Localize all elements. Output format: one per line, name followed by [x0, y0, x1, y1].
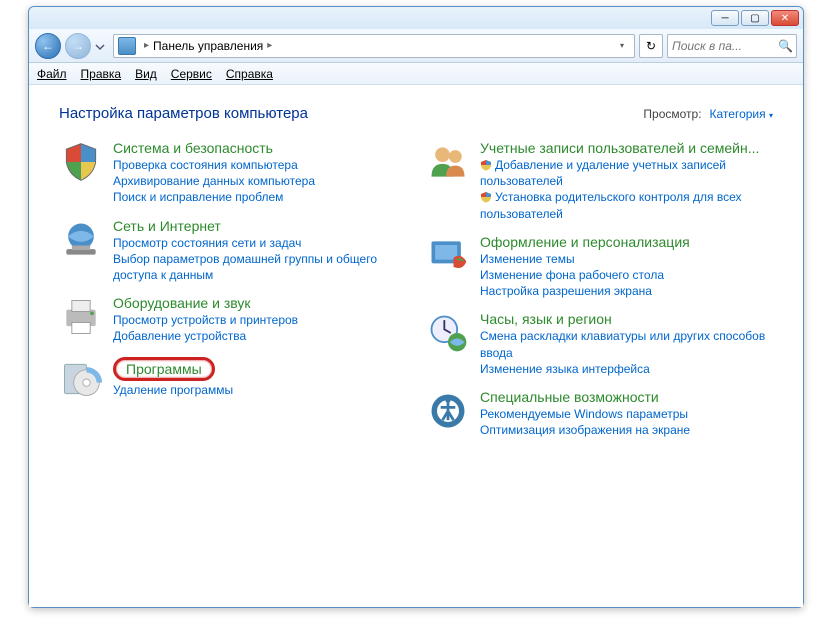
- right-column: Учетные записи пользователей и семейн...…: [426, 140, 773, 438]
- category-title-network[interactable]: Сеть и Интернет: [113, 218, 221, 234]
- category-users: Учетные записи пользователей и семейн...…: [426, 140, 773, 222]
- clock-globe-icon: [426, 311, 470, 355]
- heading-row: Настройка параметров компьютера Просмотр…: [59, 105, 773, 122]
- category-title-hardware[interactable]: Оборудование и звук: [113, 295, 251, 311]
- link-add-device[interactable]: Добавление устройства: [113, 328, 406, 344]
- address-dropdown-icon[interactable]: ▾: [614, 41, 630, 50]
- link-troubleshoot[interactable]: Поиск и исправление проблем: [113, 189, 406, 205]
- link-devices[interactable]: Просмотр устройств и принтеров: [113, 312, 406, 328]
- link-homegroup[interactable]: Выбор параметров домашней группы и общег…: [113, 251, 406, 283]
- menu-service[interactable]: Сервис: [171, 67, 212, 81]
- category-personalization: Оформление и персонализация Изменение те…: [426, 234, 773, 300]
- printer-icon: [59, 295, 103, 339]
- link-resolution[interactable]: Настройка разрешения экрана: [480, 283, 773, 299]
- back-button[interactable]: ←: [35, 33, 61, 59]
- link-display-language[interactable]: Изменение языка интерфейса: [480, 361, 773, 377]
- link-keyboard-layout[interactable]: Смена раскладки клавиатуры или других сп…: [480, 328, 773, 360]
- menu-help[interactable]: Справка: [226, 67, 273, 81]
- control-panel-window: ─ ▢ ✕ ← → ▸ Панель управления ▸ ▾ ↻ 🔍 Фа…: [28, 6, 804, 608]
- link-wallpaper[interactable]: Изменение фона рабочего стола: [480, 267, 773, 283]
- uac-shield-icon: [480, 191, 492, 203]
- category-title-users[interactable]: Учетные записи пользователей и семейн...: [480, 140, 759, 156]
- view-by-selector[interactable]: Просмотр: Категория ▾: [643, 107, 773, 121]
- category-accessibility: Специальные возможности Рекомендуемые Wi…: [426, 389, 773, 438]
- network-icon: [59, 218, 103, 262]
- view-by-value[interactable]: Категория ▾: [710, 107, 773, 121]
- link-network-status[interactable]: Просмотр состояния сети и задач: [113, 235, 406, 251]
- link-backup[interactable]: Архивирование данных компьютера: [113, 173, 406, 189]
- menu-file[interactable]: Файл: [37, 67, 67, 81]
- link-theme[interactable]: Изменение темы: [480, 251, 773, 267]
- users-icon: [426, 140, 470, 184]
- menu-view[interactable]: Вид: [135, 67, 157, 81]
- chevron-down-icon: ▾: [769, 111, 773, 120]
- link-add-remove-users[interactable]: Добавление и удаление учетных записей по…: [480, 157, 773, 189]
- category-columns: Система и безопасность Проверка состояни…: [59, 140, 773, 438]
- category-region: Часы, язык и регион Смена раскладки клав…: [426, 311, 773, 377]
- disc-box-icon: [59, 357, 103, 401]
- link-check-status[interactable]: Проверка состояния компьютера: [113, 157, 406, 173]
- menu-bar: Файл Правка Вид Сервис Справка: [29, 63, 803, 85]
- breadcrumb-root[interactable]: Панель управления: [153, 39, 263, 53]
- nav-history-dropdown[interactable]: [95, 41, 105, 51]
- link-uninstall[interactable]: Удаление программы: [113, 382, 406, 398]
- control-panel-icon: [118, 37, 136, 55]
- category-programs: Программы Удаление программы: [59, 357, 406, 401]
- content-area: Настройка параметров компьютера Просмотр…: [29, 85, 803, 607]
- category-title-programs[interactable]: Программы: [113, 357, 215, 381]
- titlebar: ─ ▢ ✕: [29, 7, 803, 29]
- search-input[interactable]: [672, 39, 778, 53]
- breadcrumb-sep-icon: ▸: [144, 40, 149, 51]
- link-parental-control[interactable]: Установка родительского контроля для все…: [480, 189, 773, 221]
- uac-shield-icon: [480, 159, 492, 171]
- left-column: Система и безопасность Проверка состояни…: [59, 140, 406, 438]
- address-bar[interactable]: ▸ Панель управления ▸ ▾: [113, 34, 635, 58]
- link-optimize-display[interactable]: Оптимизация изображения на экране: [480, 422, 773, 438]
- search-box[interactable]: 🔍: [667, 34, 797, 58]
- search-icon: 🔍: [778, 39, 792, 53]
- menu-edit[interactable]: Правка: [81, 67, 122, 81]
- accessibility-icon: [426, 389, 470, 433]
- category-network: Сеть и Интернет Просмотр состояния сети …: [59, 218, 406, 284]
- shield-icon: [59, 140, 103, 184]
- page-title: Настройка параметров компьютера: [59, 105, 308, 122]
- category-title-system[interactable]: Система и безопасность: [113, 140, 273, 156]
- minimize-button[interactable]: ─: [711, 10, 739, 26]
- view-by-label: Просмотр:: [643, 107, 701, 121]
- link-recommended-settings[interactable]: Рекомендуемые Windows параметры: [480, 406, 773, 422]
- appearance-icon: [426, 234, 470, 278]
- breadcrumb-sep-icon: ▸: [267, 40, 272, 51]
- category-hardware: Оборудование и звук Просмотр устройств и…: [59, 295, 406, 344]
- category-title-accessibility[interactable]: Специальные возможности: [480, 389, 659, 405]
- refresh-button[interactable]: ↻: [639, 34, 663, 58]
- close-button[interactable]: ✕: [771, 10, 799, 26]
- maximize-button[interactable]: ▢: [741, 10, 769, 26]
- forward-button[interactable]: →: [65, 33, 91, 59]
- category-title-region[interactable]: Часы, язык и регион: [480, 311, 612, 327]
- category-title-personalization[interactable]: Оформление и персонализация: [480, 234, 690, 250]
- navigation-bar: ← → ▸ Панель управления ▸ ▾ ↻ 🔍: [29, 29, 803, 63]
- category-system-security: Система и безопасность Проверка состояни…: [59, 140, 406, 206]
